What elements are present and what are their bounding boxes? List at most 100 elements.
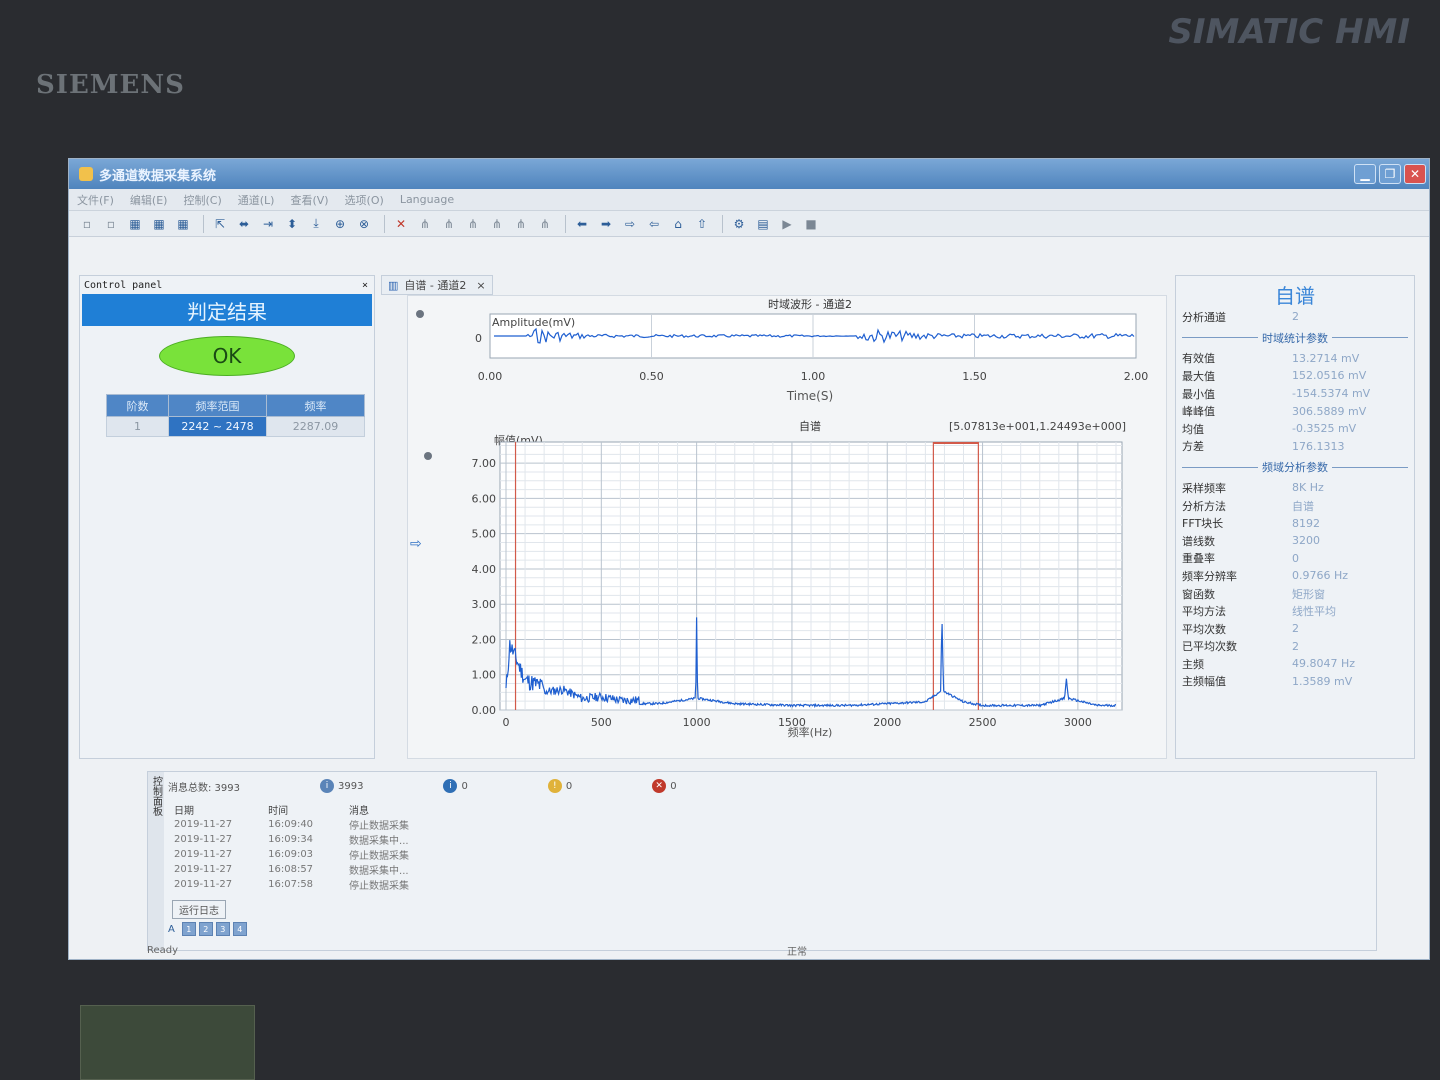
tab-run-log[interactable]: 运行日志 <box>172 900 226 919</box>
restore-icon[interactable]: ❐ <box>1379 164 1401 184</box>
freq-stat-label: 重叠率 <box>1182 552 1215 566</box>
menu-view[interactable]: 查看(V) <box>290 192 328 208</box>
freq-stat-value: 49.8047 Hz <box>1292 657 1356 671</box>
tab-label: 自谱 - 通道2 <box>404 279 467 292</box>
time-stat-value: -154.5374 mV <box>1292 387 1371 401</box>
title-bar: 多通道数据采集系统 ▁ ❐ ✕ <box>69 159 1429 189</box>
menu-language[interactable]: Language <box>400 193 454 206</box>
page-button[interactable]: 3 <box>215 922 230 936</box>
menu-options[interactable]: 选项(O) <box>345 192 384 208</box>
divider <box>1332 466 1408 468</box>
step-back-icon[interactable]: ⇦ <box>644 215 664 233</box>
zoom-y-out-icon[interactable]: ⤓ <box>306 215 326 233</box>
cursor-3-icon[interactable]: ⋔ <box>463 215 483 233</box>
cursor-4-icon[interactable]: ⋔ <box>487 215 507 233</box>
spectrum-y-tick: 5.00 <box>472 528 497 541</box>
time-stats-list: 有效值 13.2714 mV 最大值 152.0516 mV 最小值 -154.5374 … <box>1176 350 1414 456</box>
page-button[interactable]: 4 <box>232 922 247 936</box>
page-button[interactable]: 2 <box>198 922 213 936</box>
log-row[interactable]: 2019-11-27 16:09:34 数据采集中... <box>174 832 445 847</box>
tab-close-icon[interactable]: × <box>476 279 485 292</box>
bezel-brand: SIEMENS <box>36 70 185 100</box>
error-filter[interactable]: ✕ 0 <box>652 779 677 793</box>
warning-filter[interactable]: ! 0 <box>547 779 573 793</box>
freq-stat-row: 重叠率 0 <box>1176 550 1414 568</box>
info-filter[interactable]: i 3993 <box>320 779 363 793</box>
reset-zoom-icon[interactable]: ⊗ <box>354 215 374 233</box>
chart-area: ⇨ 时域波形 - 通道2 Amplitude(mV) 0 0.00 0.50 1.0… <box>407 295 1167 759</box>
divider <box>1332 337 1408 339</box>
zoom-icon[interactable]: ⊕ <box>330 215 350 233</box>
spectrum-x-tick: 2000 <box>873 716 901 729</box>
log-message: 停止数据采集 <box>349 851 410 862</box>
log-header-row: 日期 时间 消息 <box>174 802 445 817</box>
new-icon[interactable]: ▫ <box>77 215 97 233</box>
zoom-y-in-icon[interactable]: ⬍ <box>282 215 302 233</box>
control-panel-close-icon[interactable]: × <box>362 280 368 291</box>
cursor-5-icon[interactable]: ⋔ <box>511 215 531 233</box>
freq-stats-heading: 频域分析参数 <box>1262 461 1328 475</box>
time-stat-row: 最大值 152.0516 mV <box>1176 367 1414 385</box>
step-forward-icon[interactable]: ⇨ <box>620 215 640 233</box>
log-side-tab[interactable]: 控制面板 <box>148 772 164 950</box>
menu-control[interactable]: 控制(C) <box>183 192 221 208</box>
device-icon[interactable]: ▤ <box>753 215 773 233</box>
spectrum-x-tick: 1000 <box>683 716 711 729</box>
freq-stat-row: 主频幅值 1.3589 mV <box>1176 673 1414 691</box>
info-count: 3993 <box>338 780 364 792</box>
upload-icon[interactable]: ⇧ <box>692 215 712 233</box>
log-col-date: 日期 <box>174 806 194 817</box>
tab-autospectrum[interactable]: ▥ 自谱 - 通道2 × <box>381 275 493 295</box>
layout-3-icon[interactable]: ▦ <box>173 215 193 233</box>
freq-stat-label: 频率分辨率 <box>1182 569 1237 583</box>
home-icon[interactable]: ⌂ <box>668 215 688 233</box>
zoom-x-in-icon[interactable]: ⬌ <box>234 215 254 233</box>
settings-icon[interactable]: ⚙ <box>729 215 749 233</box>
cursor-1-icon[interactable]: ⋔ <box>415 215 435 233</box>
page-button[interactable]: 1 <box>181 922 196 936</box>
time-x-tick: 1.50 <box>962 370 987 383</box>
spectrum-x-tick: 500 <box>591 716 612 729</box>
log-col-message: 消息 <box>349 806 370 817</box>
freq-stat-row: 窗函数 矩形窗 <box>1176 585 1414 603</box>
status-center: 正常 <box>787 946 807 958</box>
play-icon[interactable]: ▶ <box>777 215 797 233</box>
time-stat-row: 均值 -0.3525 mV <box>1176 420 1414 438</box>
cursor-6-icon[interactable]: ⋔ <box>535 215 555 233</box>
app-icon <box>79 167 93 181</box>
cell-range: 2242 ~ 2478 <box>168 416 267 437</box>
delete-cursor-icon[interactable]: ✕ <box>391 215 411 233</box>
log-row[interactable]: 2019-11-27 16:07:58 停止数据采集 <box>174 877 445 892</box>
menu-channel[interactable]: 通道(L) <box>238 192 275 208</box>
arrow-left-icon[interactable]: ⬅ <box>572 215 592 233</box>
spectrum-x-tick: 3000 <box>1064 716 1092 729</box>
close-icon[interactable]: ✕ <box>1404 164 1426 184</box>
menu-file[interactable]: 文件(F) <box>77 192 114 208</box>
freq-stat-value: 3200 <box>1292 534 1320 548</box>
time-stat-row: 最小值 -154.5374 mV <box>1176 385 1414 403</box>
log-message: 停止数据采集 <box>349 821 410 832</box>
table-row[interactable]: 1 2242 ~ 2478 2287.09 <box>106 416 365 437</box>
layout-2-icon[interactable]: ▦ <box>149 215 169 233</box>
menu-edit[interactable]: 编辑(E) <box>130 192 168 208</box>
log-row[interactable]: 2019-11-27 16:09:03 停止数据采集 <box>174 847 445 862</box>
zoom-x-out-icon[interactable]: ⇥ <box>258 215 278 233</box>
freq-stat-value: 8192 <box>1292 516 1320 530</box>
time-chart-title: 时域波形 - 通道2 <box>768 297 852 311</box>
log-row[interactable]: 2019-11-27 16:08:57 数据采集中... <box>174 862 445 877</box>
font-button[interactable]: A <box>168 924 175 935</box>
stop-icon[interactable]: ■ <box>801 215 821 233</box>
open-icon[interactable]: ▫ <box>101 215 121 233</box>
warning-count: 0 <box>565 780 573 792</box>
message-filter[interactable]: i 0 <box>443 779 468 793</box>
cursor-2-icon[interactable]: ⋔ <box>439 215 459 233</box>
toolbar-separator <box>722 214 723 233</box>
export-icon[interactable]: ⇱ <box>210 215 230 233</box>
layout-1-icon[interactable]: ▦ <box>125 215 145 233</box>
menu-bar: 文件(F) 编辑(E) 控制(C) 通道(L) 查看(V) 选项(O) Lang… <box>69 189 1429 211</box>
minimize-icon[interactable]: ▁ <box>1354 164 1376 184</box>
log-row[interactable]: 2019-11-27 16:09:40 停止数据采集 <box>174 817 445 832</box>
freq-stat-row: 平均方法 线性平均 <box>1176 602 1414 620</box>
time-stat-label: 峰峰值 <box>1182 405 1215 419</box>
arrow-right-icon[interactable]: ➡ <box>596 215 616 233</box>
